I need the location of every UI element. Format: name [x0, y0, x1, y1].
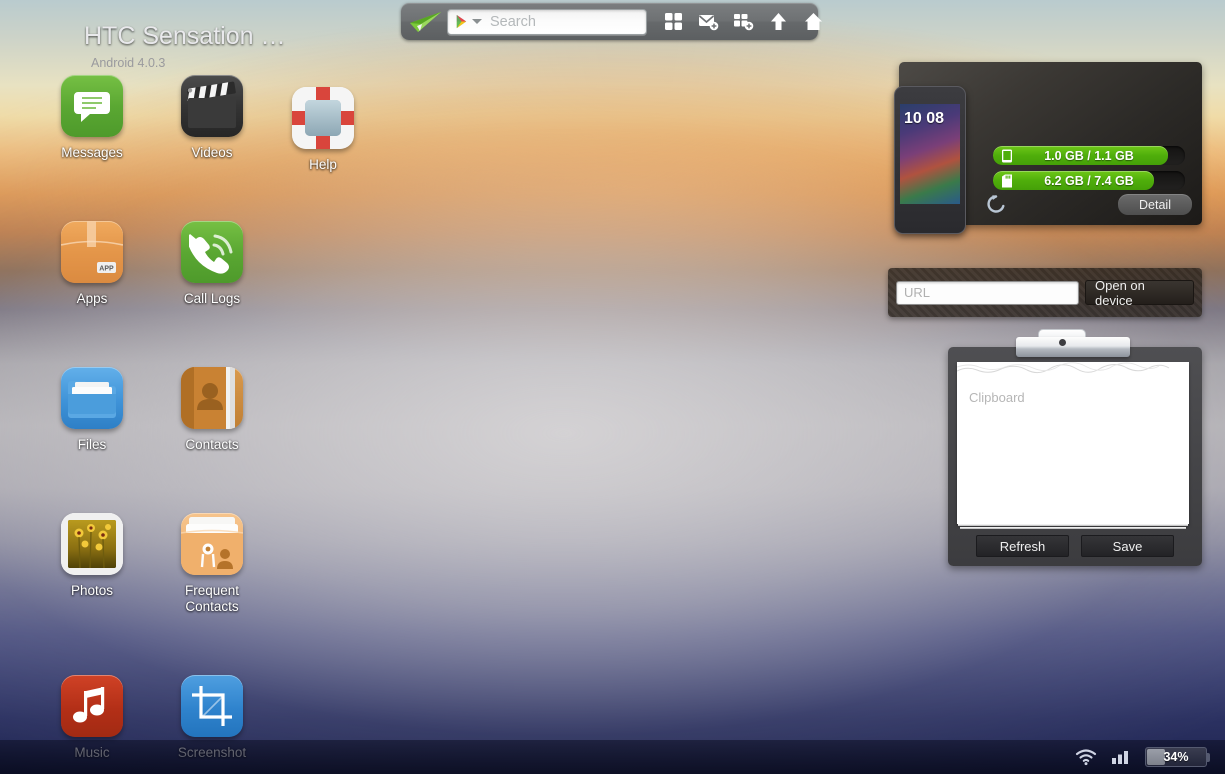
desktop-icon-label: Help	[309, 157, 337, 173]
lifebuoy-icon	[292, 87, 354, 149]
clipboard-refresh-button[interactable]: Refresh	[976, 535, 1069, 557]
clipboard-paper-stack	[957, 524, 1189, 531]
url-input[interactable]	[896, 281, 1079, 305]
open-on-device-button[interactable]: Open on device	[1085, 280, 1194, 305]
desktop-icon-files[interactable]: Files	[32, 355, 152, 453]
url-panel: Open on device	[888, 268, 1202, 317]
phone-screen: 10 08	[900, 104, 960, 204]
clipboard-paper[interactable]: Clipboard	[957, 362, 1189, 524]
music-note-icon	[61, 675, 123, 737]
home-icon	[804, 12, 823, 31]
signal-bars-icon[interactable]	[1111, 749, 1131, 765]
status-bar: 34%	[0, 740, 1225, 774]
sd-storage-bar[interactable]: 6.2 GB / 7.4 GB	[993, 171, 1185, 190]
package-box-icon: APP	[61, 221, 123, 283]
search-input[interactable]	[490, 14, 640, 30]
desktop-icon-label: Messages	[61, 145, 123, 161]
battery-percent-label: 34%	[1163, 750, 1188, 764]
desktop-icon-label: Call Logs	[184, 291, 240, 307]
wifi-icon[interactable]	[1075, 748, 1097, 766]
clipboard-clip-icon	[1016, 337, 1130, 357]
htc-sensation-phone-image: 10 08	[894, 86, 966, 234]
torn-paper-edge	[957, 362, 1189, 378]
toolbar-button-group	[660, 9, 826, 35]
clipboard-placeholder: Clipboard	[969, 390, 1025, 405]
desktop-icon-area: Messages	[32, 63, 272, 774]
desktop-icon-label: Frequent Contacts	[185, 583, 239, 615]
sd-storage-text: 6.2 GB / 7.4 GB	[993, 171, 1185, 190]
chevron-down-icon[interactable]	[472, 19, 482, 24]
device-title: HTC Sensation …	[84, 22, 296, 51]
clipboard-panel: Clipboard Refresh Save	[948, 347, 1202, 566]
app-plus-icon	[733, 12, 754, 31]
desktop-icon-videos[interactable]: Videos	[152, 63, 272, 161]
upload-button[interactable]	[765, 9, 791, 35]
desktop-icon-label: Apps	[77, 291, 108, 307]
desktop-icon-label: Videos	[191, 145, 232, 161]
clapperboard-icon	[181, 75, 243, 137]
desktop-icon-label: Contacts	[185, 437, 238, 453]
device-os-version: Android 4.0.3	[91, 56, 165, 70]
battery-icon[interactable]: 34%	[1145, 747, 1207, 767]
clipboard-button-row: Refresh Save	[948, 535, 1202, 557]
home-button[interactable]	[800, 9, 826, 35]
desktop-icon-photos[interactable]: Photos	[32, 501, 152, 615]
top-toolbar	[401, 3, 818, 40]
paper-sheet	[960, 527, 1186, 529]
desktop-icon-label: Files	[78, 437, 107, 453]
refresh-icon[interactable]	[985, 193, 1007, 215]
photo-frame-icon	[61, 513, 123, 575]
paper-sheet	[958, 524, 1188, 526]
crop-icon	[181, 675, 243, 737]
detail-button[interactable]: Detail	[1118, 194, 1192, 215]
desktop-icon-contacts[interactable]: Contacts	[152, 355, 272, 453]
icon-grid: Messages	[32, 63, 272, 774]
desktop-icon-help[interactable]: Help	[263, 75, 383, 173]
desktop-icon-call-logs[interactable]: Call Logs	[152, 209, 272, 307]
google-play-icon	[454, 14, 469, 29]
internal-storage-bar[interactable]: 1.0 GB / 1.1 GB	[993, 146, 1185, 165]
folder-icon	[61, 367, 123, 429]
desktop-icon-label: Photos	[71, 583, 113, 599]
phone-handset-icon	[181, 221, 243, 283]
grid-icon	[664, 12, 683, 31]
new-message-button[interactable]	[695, 9, 721, 35]
clipboard-save-button[interactable]: Save	[1081, 535, 1174, 557]
frequent-contacts-icon	[181, 513, 243, 575]
internal-storage-text: 1.0 GB / 1.1 GB	[993, 146, 1185, 165]
address-book-icon	[181, 367, 243, 429]
upload-arrow-icon	[770, 12, 787, 31]
svg-text:APP: APP	[99, 266, 114, 273]
messages-icon	[61, 75, 123, 137]
app-grid-button[interactable]	[660, 9, 686, 35]
phone-clock: 10 08	[904, 110, 944, 128]
desktop-icon-frequent-contacts[interactable]: Frequent Contacts	[152, 501, 272, 615]
paper-plane-icon[interactable]	[408, 8, 442, 36]
install-app-button[interactable]	[730, 9, 756, 35]
desktop-icon-apps[interactable]: APP Apps	[32, 209, 152, 307]
desktop-icon-messages[interactable]: Messages	[32, 63, 152, 161]
envelope-plus-icon	[698, 12, 719, 31]
clipboard-clip-screw	[1059, 339, 1066, 346]
search-box[interactable]	[447, 9, 647, 35]
